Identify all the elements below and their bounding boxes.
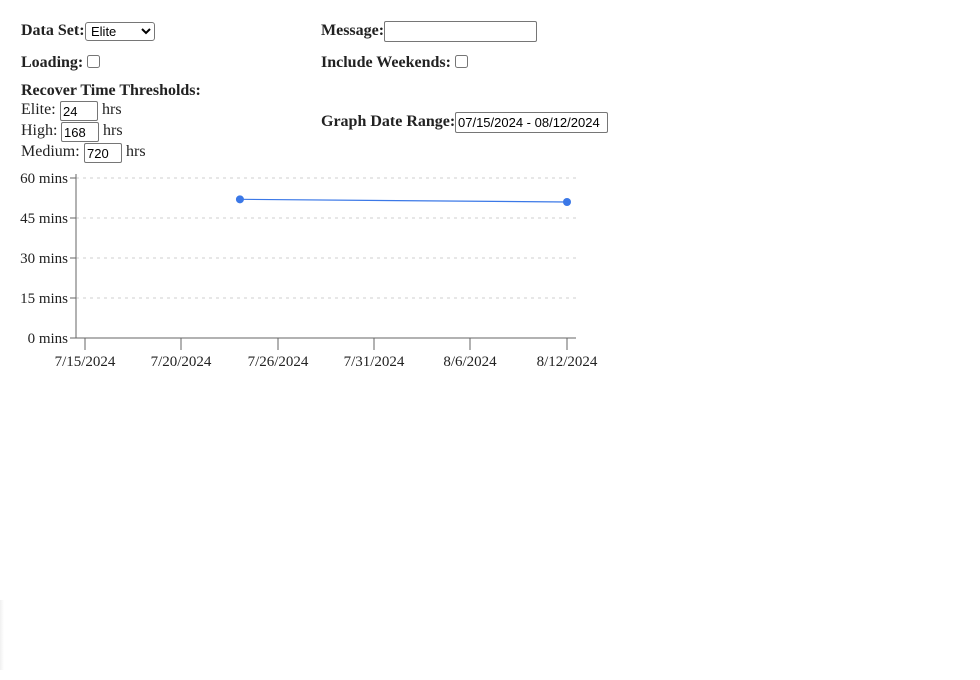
recovery-time-chart: 0 mins 15 mins 30 mins 45 mins 60 mins 7/15/2… (20, 171, 598, 370)
threshold-elite-input[interactable] (60, 101, 98, 121)
include-weekends-checkbox[interactable] (455, 55, 468, 68)
threshold-high-unit: hrs (103, 122, 123, 139)
loading-label: Loading: (21, 54, 84, 71)
x-tick-label: 7/15/2024 (55, 354, 116, 370)
y-tick-label: 15 mins (20, 291, 68, 307)
loading-checkbox[interactable] (87, 55, 100, 68)
dataset-select[interactable]: Elite (85, 22, 155, 41)
date-range-input[interactable] (455, 112, 608, 133)
data-point (235, 195, 244, 204)
x-tick-label: 7/26/2024 (248, 354, 309, 370)
x-tick-label: 7/31/2024 (344, 354, 405, 370)
threshold-high-label: High: (21, 122, 58, 139)
y-tick-label: 45 mins (20, 211, 68, 227)
window-edge-shadow (0, 600, 4, 670)
message-label: Message: (321, 22, 385, 39)
series-line (239, 198, 568, 203)
page: Data Set: Elite Message: Loading: Includ… (0, 0, 980, 680)
threshold-medium-label: Medium: (21, 143, 80, 160)
threshold-elite-unit: hrs (102, 101, 122, 118)
include-weekends-label: Include Weekends: (321, 54, 451, 71)
date-range-label: Graph Date Range: (321, 113, 456, 130)
thresholds-heading: Recover Time Thresholds: (21, 82, 201, 99)
y-tick-label: 60 mins (20, 171, 68, 187)
x-tick-label: 8/12/2024 (537, 354, 598, 370)
threshold-elite-label: Elite: (21, 101, 56, 118)
threshold-medium-unit: hrs (126, 143, 146, 160)
threshold-high-input[interactable] (61, 122, 99, 142)
data-point (563, 198, 571, 206)
dataset-label: Data Set: (21, 22, 85, 39)
message-input[interactable] (384, 21, 537, 42)
x-tick-label: 7/20/2024 (151, 354, 212, 370)
y-tick-label: 30 mins (20, 251, 68, 267)
y-tick-label: 0 mins (28, 331, 69, 347)
x-tick-label: 8/6/2024 (443, 354, 497, 370)
